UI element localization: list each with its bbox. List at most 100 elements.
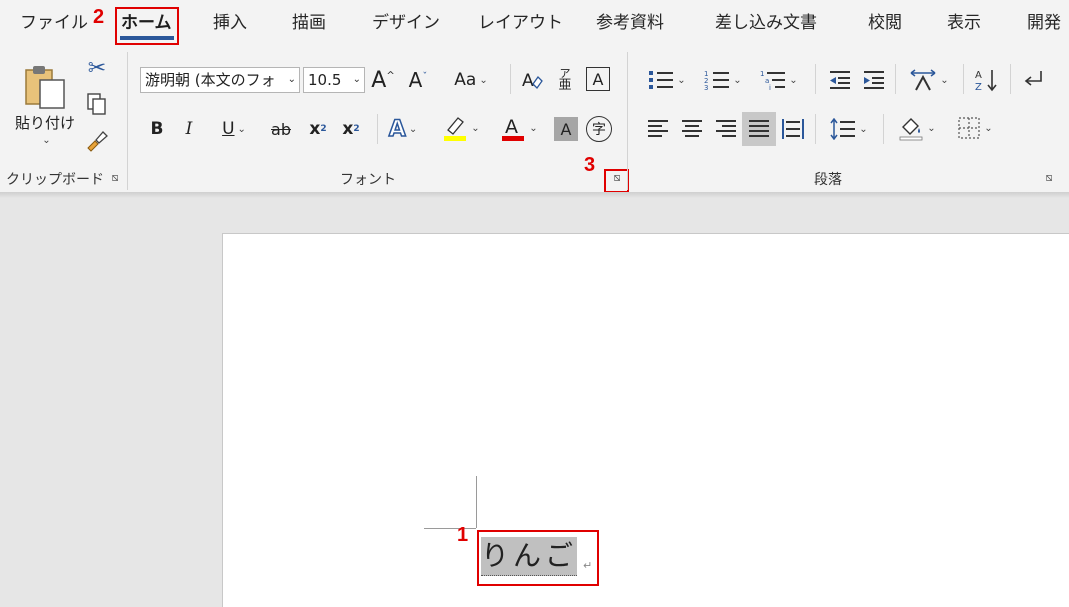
line-spacing-icon [830, 118, 856, 140]
divider [377, 114, 378, 144]
document-page[interactable] [222, 233, 1069, 607]
chevron-down-icon: ⌄ [237, 123, 246, 135]
clipboard-group-label: クリップボード [6, 172, 104, 188]
tab-insert[interactable]: 挿入 [213, 8, 247, 33]
chevron-down-icon: ⌄ [940, 74, 949, 86]
step-2-label: 2 [93, 6, 105, 28]
numbering-button[interactable]: 123 ⌄ [699, 66, 747, 94]
align-right-icon [716, 120, 736, 137]
show-hide-marks-button[interactable] [1018, 66, 1048, 94]
cut-button[interactable]: ✂ [84, 54, 110, 82]
font-launcher-highlight-box [604, 169, 629, 193]
align-left-button[interactable] [644, 114, 672, 144]
clear-formatting-button[interactable]: A [518, 66, 546, 94]
paintbrush-icon [87, 131, 108, 152]
character-spacing-button[interactable]: ⌄ [904, 66, 954, 94]
align-right-button[interactable] [712, 114, 740, 144]
divider [815, 64, 816, 94]
chevron-down-icon: ⌄ [789, 74, 798, 86]
paste-label: 貼り付け [14, 114, 75, 132]
subscript-icon: x [309, 119, 321, 139]
format-painter-button[interactable] [84, 126, 110, 154]
paste-chevron-icon: ⌄ [42, 135, 51, 146]
paragraph-dialog-launcher-icon[interactable]: ⧅ [1043, 172, 1055, 184]
font-color-icon: A [502, 116, 525, 141]
superscript-button[interactable]: x2 [338, 116, 364, 142]
font-color-button[interactable]: A ⌄ [494, 112, 544, 144]
decrease-indent-icon [830, 71, 850, 89]
tab-file[interactable]: ファイル [20, 8, 88, 33]
superscript-icon: x [342, 119, 354, 139]
bullets-button[interactable]: ⌄ [643, 66, 691, 94]
ribbon-shadow [0, 192, 1069, 198]
change-case-button[interactable]: Aa ⌄ [448, 66, 494, 94]
character-shading-button[interactable]: A [554, 117, 578, 141]
underline-button[interactable]: U ⌄ [210, 116, 258, 142]
tab-review[interactable]: 校閲 [868, 8, 902, 33]
shrink-font-button[interactable]: Aˇ [403, 64, 433, 96]
enclose-characters-button[interactable]: 字 [586, 116, 612, 142]
decrease-indent-button[interactable] [826, 66, 854, 94]
multilevel-list-icon: 1ai [760, 70, 786, 91]
tab-mailings[interactable]: 差し込み文書 [715, 8, 817, 33]
tab-design[interactable]: デザイン [372, 8, 440, 33]
tab-draw[interactable]: 描画 [292, 8, 326, 33]
svg-text:i: i [769, 84, 771, 91]
text-effects-button[interactable]: A ⌄ [380, 114, 426, 144]
italic-icon: I [185, 119, 193, 139]
chevron-down-icon: ⌄ [352, 74, 361, 85]
tab-layout[interactable]: レイアウト [478, 8, 563, 33]
increase-indent-button[interactable] [860, 66, 888, 94]
enclose-characters-icon: 字 [592, 122, 606, 138]
sort-button[interactable]: AZ [972, 66, 1002, 94]
selected-text[interactable]: りんご [481, 536, 578, 576]
svg-text:Z: Z [975, 82, 982, 92]
align-left-icon [648, 120, 668, 137]
tab-references[interactable]: 参考資料 [596, 8, 664, 33]
svg-text:3: 3 [704, 84, 708, 91]
highlight-color-button[interactable]: ⌄ [436, 112, 486, 144]
italic-button[interactable]: I [178, 116, 200, 142]
strikethrough-icon: ab [271, 119, 291, 139]
step-1-label: 1 [457, 524, 469, 546]
paste-button[interactable]: 貼り付け ⌄ [14, 55, 76, 155]
step-3-label: 3 [584, 154, 596, 176]
chevron-down-icon: ⌄ [733, 74, 742, 86]
strikethrough-button[interactable]: ab [266, 116, 296, 142]
justify-icon [749, 120, 769, 137]
distributed-button[interactable] [779, 114, 807, 144]
divider [895, 64, 896, 94]
font-group-label: フォント [340, 172, 396, 188]
phonetic-guide-button[interactable]: ア 亜 [553, 64, 577, 96]
align-center-button[interactable] [678, 114, 706, 144]
margin-crop-mark-vertical [476, 476, 477, 528]
svg-text:A: A [522, 71, 534, 91]
chevron-down-icon: ⌄ [408, 123, 418, 135]
numbering-icon: 123 [704, 70, 730, 91]
copy-button[interactable] [84, 90, 110, 118]
svg-text:A: A [505, 116, 518, 138]
grow-font-button[interactable]: A^ [368, 64, 398, 96]
paint-bucket-icon [899, 118, 923, 141]
shading-button[interactable]: ⌄ [892, 112, 942, 144]
tab-developer[interactable]: 開発 [1027, 8, 1061, 33]
clipboard-launcher-icon[interactable]: ⧅ [109, 172, 121, 184]
font-size-dropdown[interactable]: 10.5 ⌄ [303, 67, 365, 93]
divider [963, 64, 964, 94]
highlighter-icon [444, 117, 467, 141]
divider [1010, 64, 1011, 94]
character-border-button[interactable]: A [586, 67, 610, 91]
document-text-line[interactable]: りんご ↵ [481, 536, 592, 576]
bold-button[interactable]: B [146, 116, 168, 142]
chevron-down-icon: ⌄ [287, 74, 296, 85]
home-tab-highlight-box [115, 7, 179, 45]
borders-button[interactable]: ⌄ [950, 112, 1000, 144]
font-name-dropdown[interactable]: 游明朝 (本文のフォ ⌄ [140, 67, 300, 93]
subscript-button[interactable]: x2 [305, 116, 331, 142]
paragraph-group-label: 段落 [814, 172, 842, 188]
line-spacing-button[interactable]: ⌄ [824, 114, 874, 144]
multilevel-list-button[interactable]: 1ai ⌄ [755, 66, 803, 94]
tab-view[interactable]: 表示 [947, 8, 981, 33]
character-spacing-icon [910, 69, 936, 91]
justify-button[interactable] [742, 112, 776, 146]
